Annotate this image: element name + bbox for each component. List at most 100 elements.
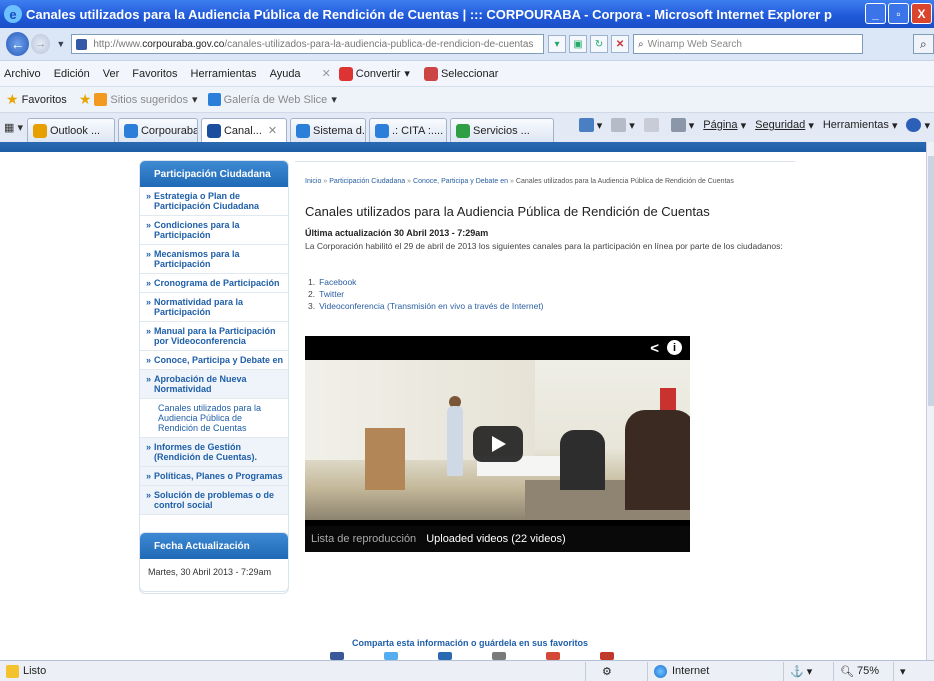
menu-ayuda[interactable]: Ayuda: [270, 68, 301, 80]
menu-edicion[interactable]: Edición: [54, 68, 90, 80]
playlist-label: Lista de reproducción: [311, 533, 417, 545]
menu-favoritos[interactable]: Favoritos: [132, 68, 177, 80]
play-button[interactable]: [473, 426, 523, 462]
zoom-control[interactable]: 🔍︎ 75%: [833, 661, 893, 681]
tab-cita[interactable]: .: CITA :....: [368, 118, 447, 142]
globe-icon: [654, 664, 667, 678]
seleccionar-button[interactable]: Seleccionar: [423, 66, 498, 81]
sidebar-item[interactable]: » Informes de Gestión (Rendición de Cuent…: [140, 438, 288, 467]
google-share-icon[interactable]: [546, 652, 560, 660]
twitter-link[interactable]: Twitter: [319, 289, 344, 299]
search-go-icon[interactable]: ⌕: [912, 34, 934, 54]
sitios-sugeridos-link[interactable]: Sitios sugeridos ▾: [94, 93, 198, 106]
sidebar-item-label: Mecanismos para la Participación: [154, 249, 240, 269]
search-input[interactable]: ⌕ Winamp Web Search: [633, 34, 863, 54]
sidebar-item[interactable]: » Mecanismos para la Participación: [140, 245, 288, 274]
stop-icon[interactable]: ✕: [611, 35, 630, 53]
breadcrumb-home[interactable]: Inicio: [305, 178, 321, 185]
tab-canales-active[interactable]: Canal... ✕: [200, 118, 287, 142]
tab-label: Canal...: [223, 124, 262, 137]
help-button[interactable]: ▾: [906, 118, 930, 132]
tab-sistema[interactable]: Sistema d...: [289, 118, 366, 142]
tab-close-icon[interactable]: ✕: [268, 124, 277, 137]
video-top-controls: < i: [650, 340, 682, 357]
print-button[interactable]: ▾: [670, 118, 694, 132]
minimize-button[interactable]: _: [865, 3, 886, 24]
sidebar-item[interactable]: » Condiciones para la Participación: [140, 216, 288, 245]
warning-icon: [6, 664, 19, 678]
menu-bar: Archivo Edición Ver Favoritos Herramient…: [0, 60, 934, 86]
site-header-bar: [0, 142, 926, 152]
toolbar-close-icon[interactable]: ✕: [322, 67, 331, 80]
sidebar-item[interactable]: » Estrategia o Plan de Participación Ciud…: [140, 187, 288, 216]
feeds-button[interactable]: ▾: [611, 118, 635, 132]
forward-button[interactable]: →: [31, 34, 51, 54]
page-viewport: Participación Ciudadana » Estrategia o Pl…: [0, 142, 934, 660]
pagina-menu[interactable]: Página ▾: [703, 119, 746, 132]
compatibility-view-icon[interactable]: ▣: [569, 35, 588, 53]
url-path: /canales-utilizados-para-la-audiencia-pu…: [224, 38, 534, 50]
share-text: Comparta esta información o guárdela en …: [352, 638, 589, 648]
refresh-icon[interactable]: ↻: [590, 35, 609, 53]
web-slice-gallery-link[interactable]: Galería de Web Slice ▾: [207, 93, 337, 106]
seguridad-menu[interactable]: Seguridad ▾: [755, 119, 814, 132]
pagina-label: Página: [703, 119, 738, 131]
facebook-link[interactable]: Facebook: [319, 277, 356, 287]
list-item[interactable]: 3. Videoconferencia (Transmisión en vivo …: [308, 300, 544, 312]
search-placeholder: Winamp Web Search: [647, 38, 742, 50]
breadcrumb-conoce[interactable]: Conoce, Participa y Debate en: [413, 178, 508, 185]
address-dropdown-icon[interactable]: ▾: [548, 35, 567, 53]
list-item[interactable]: 1. Facebook: [308, 276, 544, 288]
quick-tabs-icon[interactable]: ▦ ▾: [4, 116, 23, 138]
sidebar-item[interactable]: » Normatividad para la Participación: [140, 293, 288, 322]
maximize-button[interactable]: ▫: [888, 3, 909, 24]
share-icon[interactable]: <: [650, 340, 659, 357]
sidebar-item[interactable]: » Conoce, Participa y Debate en: [140, 351, 288, 370]
sidebar-item[interactable]: » Políticas, Planes o Programas: [140, 467, 288, 486]
addons-segment[interactable]: ⚓ ▾: [783, 661, 833, 681]
tab-servicios[interactable]: Servicios ...: [449, 118, 554, 142]
sidebar-item[interactable]: » Solución de problemas o de control soci…: [140, 486, 288, 515]
window-title: Canales utilizados para la Audiencia Púb…: [26, 6, 832, 22]
list-item[interactable]: 2. Twitter: [308, 288, 544, 300]
sidebar-item[interactable]: » Aprobación de Nueva Normatividad: [140, 370, 288, 399]
facebook-share-icon[interactable]: [330, 652, 344, 660]
convertir-label: Convertir: [355, 67, 401, 80]
twitter-share-icon[interactable]: [384, 652, 398, 660]
site-icon: [76, 38, 88, 50]
home-button[interactable]: ▾: [578, 118, 602, 132]
chevron-down-icon: ▾: [192, 94, 198, 106]
back-button[interactable]: ←: [6, 32, 30, 56]
sidebar-item[interactable]: » Cronograma de Participación: [140, 274, 288, 293]
favorites-button[interactable]: Favoritos: [22, 94, 67, 106]
breadcrumb-participacion[interactable]: Participación Ciudadana: [329, 178, 405, 185]
add-favorite-icon[interactable]: ★: [79, 91, 92, 108]
info-icon[interactable]: i: [667, 340, 682, 355]
video-player[interactable]: < i Lista de reproducción Uploaded video…: [305, 336, 690, 552]
sidebar-item[interactable]: » Manual para la Participación por Videoc…: [140, 322, 288, 351]
playlist-bar[interactable]: Lista de reproducción Uploaded videos (2…: [305, 526, 690, 552]
zone-label: Internet: [672, 665, 710, 677]
favorites-bar: ★ Favoritos ★ Sitios sugeridos ▾ Galería…: [0, 86, 934, 112]
convertir-button[interactable]: Convertir ▾: [338, 66, 410, 81]
delicious-share-icon[interactable]: [438, 652, 452, 660]
sidebar-item[interactable]: Canales utilizados para la Audiencia Púb…: [140, 399, 288, 438]
tab-corpouraba[interactable]: Corpouraba: [117, 118, 198, 142]
digg-share-icon[interactable]: [492, 652, 506, 660]
select-icon: [423, 66, 438, 81]
menu-ver[interactable]: Ver: [103, 68, 120, 80]
tab-outlook[interactable]: Outlook ...: [26, 118, 115, 142]
scrollbar-thumb[interactable]: [928, 156, 934, 406]
menu-archivo[interactable]: Archivo: [4, 68, 41, 80]
mail-button[interactable]: [643, 118, 662, 132]
sidebar-title: Participación Ciudadana: [140, 161, 288, 187]
zoom-dropdown[interactable]: ▾: [893, 661, 923, 681]
herramientas-menu[interactable]: Herramientas ▾: [823, 119, 898, 132]
videoconferencia-link[interactable]: Videoconferencia (Transmisión en vivo a …: [319, 301, 543, 311]
menu-herramientas[interactable]: Herramientas: [191, 68, 257, 80]
close-button[interactable]: X: [911, 3, 932, 24]
history-dropdown-icon[interactable]: ▼: [56, 39, 65, 49]
vertical-scrollbar[interactable]: [926, 142, 934, 660]
address-bar[interactable]: http://www. corpouraba.gov.co/canales-uti…: [71, 34, 545, 54]
email-share-icon[interactable]: [600, 652, 614, 660]
